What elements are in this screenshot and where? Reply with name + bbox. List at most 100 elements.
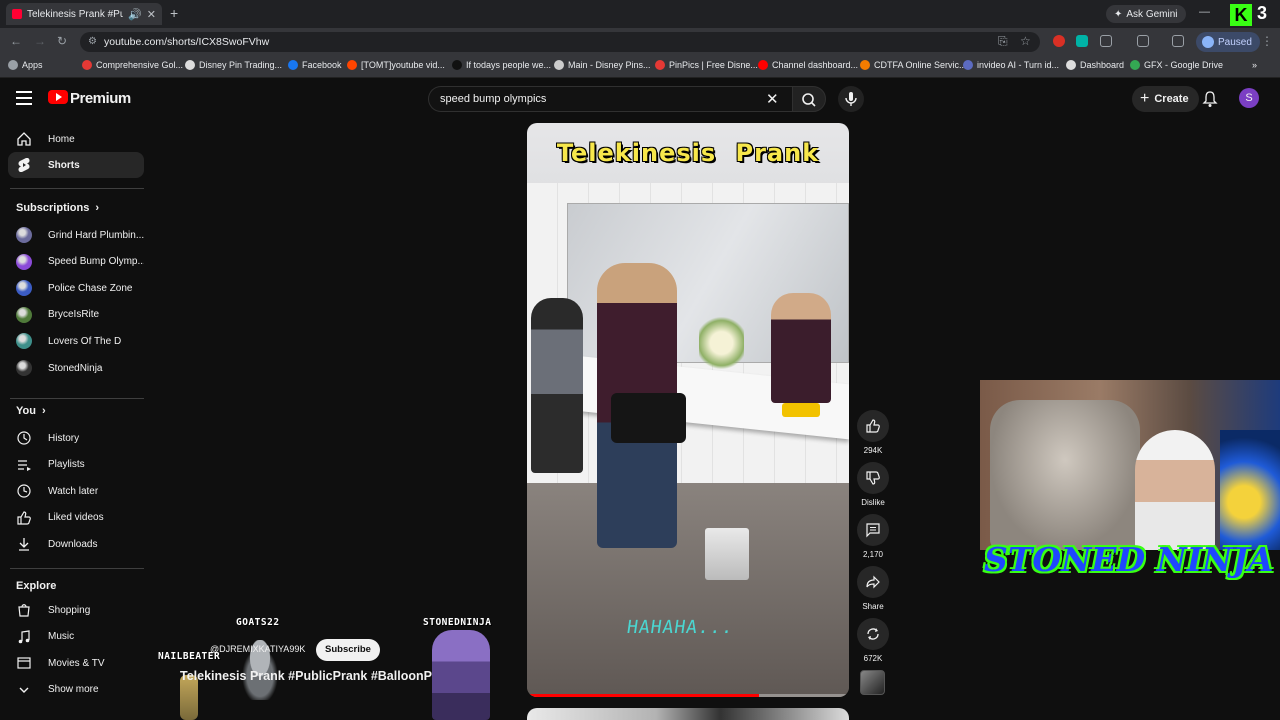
browser-menu-icon[interactable]: ⋮ (1261, 34, 1273, 48)
sidebar-item-playlists[interactable]: Playlists (8, 452, 144, 478)
bookmark-item[interactable]: Disney Pin Trading... (185, 60, 282, 70)
short-caption[interactable]: Telekinesis Prank #PublicPrank #BalloonP (180, 669, 440, 683)
bookmark-favicon-icon (347, 60, 357, 70)
search-button[interactable] (792, 86, 826, 112)
subscribe-button[interactable]: Subscribe (316, 639, 380, 661)
video-progress-bar[interactable] (527, 694, 849, 697)
clear-search-icon[interactable]: ✕ (766, 90, 779, 108)
create-label: Create (1154, 93, 1189, 105)
bookmark-item[interactable]: GFX - Google Drive (1130, 60, 1223, 70)
new-tab-button[interactable]: + (170, 5, 178, 21)
sidebar-item-music[interactable]: Music (8, 624, 144, 650)
share-action[interactable]: Share (857, 566, 889, 611)
youtube-favicon-icon (12, 9, 22, 19)
forward-button[interactable]: → (34, 34, 46, 48)
bookmark-item[interactable]: PinPics | Free Disne... (655, 60, 758, 70)
bookmark-item[interactable]: CDTFA Online Servic... (860, 60, 967, 70)
sidebar-item-liked-videos[interactable]: Liked videos (8, 505, 144, 531)
subscriptions-header[interactable]: Subscriptions › (16, 202, 99, 214)
sidebar-item-bryceisrite[interactable]: BryceIsRite (8, 302, 144, 328)
create-button[interactable]: + Create (1132, 86, 1199, 112)
bookmark-item[interactable]: invideo AI - Turn id... (963, 60, 1059, 70)
sidebar-item-home[interactable]: Home (8, 126, 144, 152)
you-header[interactable]: You › (16, 405, 46, 417)
tab-audio-icon[interactable]: 🔊 (128, 8, 142, 21)
sidebar-item-lovers-of-the-d[interactable]: Lovers Of The D (8, 328, 144, 354)
sidebar-item-label: Shopping (48, 604, 91, 616)
sidebar-item-movies-tv[interactable]: Movies & TV (8, 650, 144, 676)
address-bar[interactable]: ⚙ youtube.com/shorts/ICX8SwoFVhw (80, 32, 1040, 52)
ask-gemini-button[interactable]: ✦ Ask Gemini (1106, 5, 1186, 23)
sidebar-item-history[interactable]: History (8, 425, 144, 451)
bookmark-label: Dashboard (1080, 60, 1125, 70)
bookmark-item[interactable]: Main - Disney Pins... (554, 60, 651, 70)
bookmark-favicon-icon (554, 60, 564, 70)
bookmark-item[interactable]: Comprehensive Gol... (82, 60, 183, 70)
bookmark-label: Disney Pin Trading... (199, 60, 283, 70)
sidebar-item-label: Liked videos (48, 512, 104, 524)
profile-paused-button[interactable]: Paused (1196, 32, 1260, 52)
extension-red-icon[interactable] (1053, 35, 1065, 47)
remix-button[interactable] (857, 618, 889, 650)
share-button[interactable] (857, 566, 889, 598)
dislike-action[interactable]: Dislike (857, 462, 889, 507)
youtube-logo-icon[interactable] (48, 90, 68, 104)
sidebar-item-label: Grind Hard Plumbin... (48, 229, 144, 241)
voice-search-button[interactable] (838, 86, 864, 112)
sidebar-item-speed-bump-olymp[interactable]: Speed Bump Olymp... (8, 249, 144, 275)
next-short-preview[interactable] (527, 708, 849, 720)
site-info-icon[interactable]: ⚙ (88, 32, 97, 52)
sidebar-item-downloads[interactable]: Downloads (8, 531, 144, 557)
streamer-webcam (980, 380, 1280, 550)
downloads-icon (16, 536, 32, 552)
like-action[interactable]: 294K (857, 410, 889, 455)
install-app-icon[interactable]: ⎘ (998, 34, 1008, 49)
bookmark-item[interactable]: Dashboard (1066, 60, 1124, 70)
search-input[interactable]: speed bump olympics (428, 86, 792, 112)
bookmark-star-icon[interactable]: ☆ (1020, 34, 1031, 48)
comment-icon (866, 523, 880, 538)
channel-handle[interactable]: @DJREMIXKATIYA99K (210, 644, 305, 654)
bookmark-item[interactable]: If todays people we... (452, 60, 551, 70)
browser-tab[interactable]: Telekinesis Prank #PublicPr 🔊 ✕ (6, 3, 162, 25)
sidebar-item-police-chase-zone[interactable]: Police Chase Zone (8, 275, 144, 301)
sidebar-item-watch-later[interactable]: Watch later (8, 478, 144, 504)
bookmark-item[interactable]: Facebook (288, 60, 342, 70)
share-label: Share (862, 602, 884, 611)
side-panel-icon[interactable] (1137, 35, 1149, 47)
notifications-bell-icon[interactable] (1202, 90, 1218, 108)
dislike-button[interactable] (857, 462, 889, 494)
close-tab-icon[interactable]: ✕ (147, 8, 156, 21)
minimize-window-button[interactable]: — (1199, 6, 1210, 18)
reading-list-icon[interactable] (1172, 35, 1184, 47)
bookmark-item[interactable]: Apps (8, 60, 43, 70)
sidebar-item-grind-hard-plumbin[interactable]: Grind Hard Plumbin... (8, 222, 144, 248)
youtube-masthead: Premium speed bump olympics ✕ + Create S (0, 78, 1280, 122)
sidebar-item-label: StonedNinja (48, 362, 103, 374)
comments-action[interactable]: 2,170 (857, 514, 889, 559)
comments-button[interactable] (857, 514, 889, 546)
sidebar-item-show-more[interactable]: Show more (8, 677, 144, 703)
streamer-name-overlay: STONED NINJA (984, 540, 1274, 579)
sidebar-item-stonedninja[interactable]: StonedNinja (8, 355, 144, 381)
back-button[interactable]: ← (10, 34, 22, 48)
extensions-puzzle-icon[interactable] (1100, 35, 1112, 47)
section-title: Subscriptions (16, 202, 90, 214)
sidebar-item-label: Police Chase Zone (48, 282, 133, 294)
youtube-premium-logo[interactable]: Premium (70, 90, 131, 107)
hamburger-menu-icon[interactable] (16, 91, 32, 105)
shorts-video-player[interactable]: Telekinesis Prank HAHAHA... (527, 123, 849, 697)
reload-button[interactable]: ↻ (57, 34, 67, 48)
bookmark-item[interactable]: [TOMT]youtube vid... (347, 60, 445, 70)
bookmark-item[interactable]: Channel dashboard... (758, 60, 858, 70)
sidebar-item-shopping[interactable]: Shopping (8, 597, 144, 623)
account-avatar[interactable]: S (1239, 88, 1259, 108)
like-button[interactable] (857, 410, 889, 442)
sidebar-item-shorts[interactable]: Shorts (8, 152, 144, 178)
remix-action[interactable]: 672K (857, 618, 889, 663)
more-bookmarks-icon[interactable]: » (1252, 60, 1257, 70)
sound-thumbnail[interactable] (860, 670, 885, 695)
webcam-chair (990, 400, 1140, 550)
extension-teal-icon[interactable] (1076, 35, 1088, 47)
remix-icon (867, 628, 879, 640)
